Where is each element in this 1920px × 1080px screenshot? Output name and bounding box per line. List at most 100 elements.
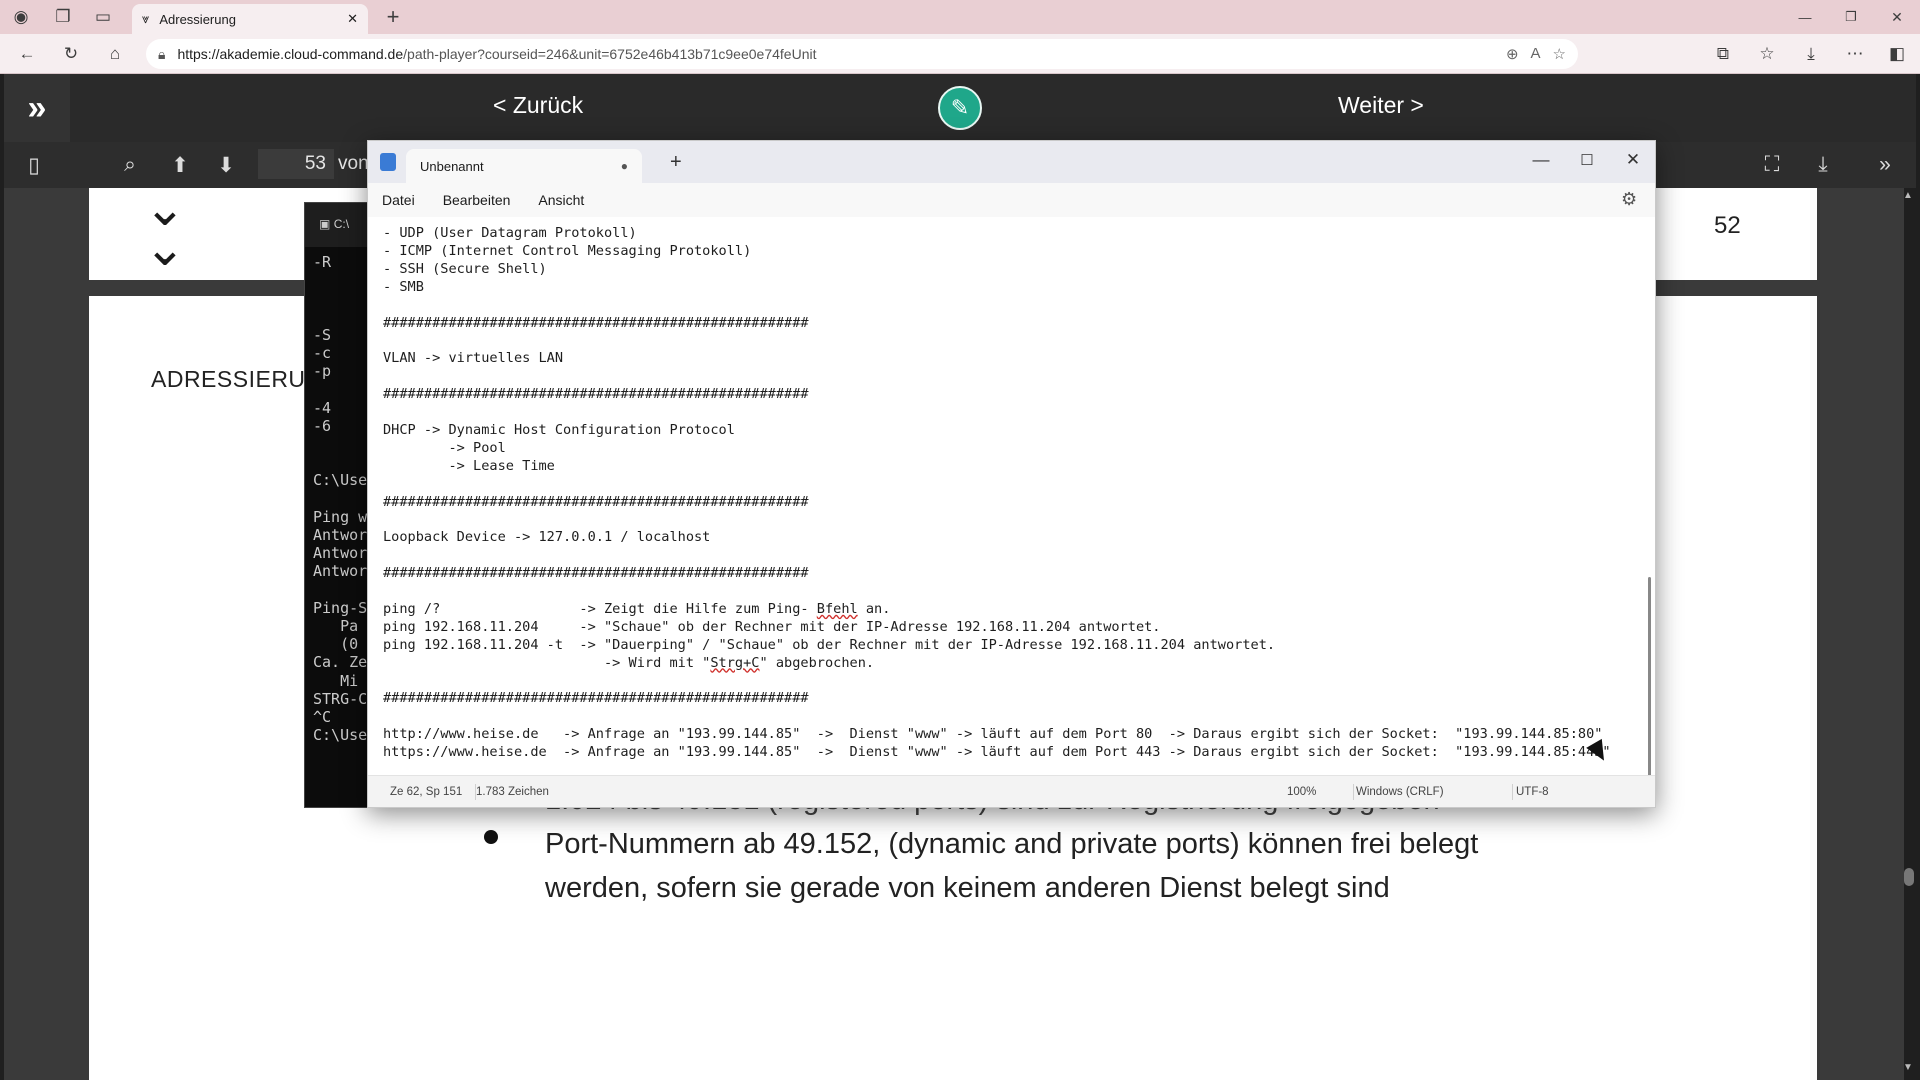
pdf-scrollbar-thumb[interactable] — [1904, 868, 1914, 886]
address-bar[interactable]: 🔒︎ https://akademie.cloud-command.de/pat… — [146, 39, 1578, 69]
notepad-maximize-button[interactable]: ☐ — [1564, 145, 1610, 175]
notepad-app-icon — [380, 153, 396, 171]
lock-icon[interactable]: 🔒︎ — [158, 46, 165, 63]
notepad-text-line: DHCP -> Dynamic Host Configuration Proto… — [383, 421, 735, 438]
cloud-command-logo-icon: ⌄ ⌄ — [144, 180, 186, 276]
settings-gear-icon[interactable]: ⚙ — [1621, 189, 1637, 210]
window-minimize-button[interactable]: — — [1790, 2, 1820, 32]
home-icon[interactable]: ⌂ — [100, 39, 130, 69]
pdf-download-icon[interactable]: ⤓ — [1806, 148, 1840, 182]
pdf-section-title: ADRESSIERUN — [151, 366, 323, 392]
command-prompt-line: Mi — [313, 671, 359, 690]
page-count-label: von — [338, 153, 369, 174]
downloads-icon[interactable]: ⤓ — [1796, 39, 1826, 69]
previous-page-icon[interactable]: ⬆ — [163, 148, 197, 182]
pdf-sidebar-toggle-icon[interactable]: ▯ — [17, 148, 51, 182]
notepad-minimize-button[interactable]: — — [1518, 145, 1564, 175]
previous-unit-button[interactable]: < Zurück — [493, 92, 583, 119]
pdf-search-icon[interactable]: ⌕ — [113, 148, 147, 182]
command-prompt-line: Ping-S — [313, 598, 368, 617]
add-favorite-icon[interactable]: ☆ — [1553, 45, 1566, 63]
pdf-bullet-text-continued: werden, sofern sie gerade von keinem and… — [545, 872, 1390, 904]
sidebar-panel-icon[interactable]: ◧ — [1882, 39, 1912, 69]
command-prompt-line: -p — [313, 362, 332, 381]
notepad-new-tab-button[interactable]: + — [670, 151, 682, 174]
command-prompt-line: Antwor — [313, 562, 368, 581]
presentation-mode-icon[interactable]: ⛶ — [1755, 148, 1789, 182]
extensions-icon[interactable]: ⧉ — [1708, 39, 1738, 69]
notepad-text-line: https://www.heise.de -> Anfrage an "193.… — [383, 744, 1611, 761]
notepad-text-line: ping 192.168.11.204 -t -> "Dauerping" / … — [383, 636, 1276, 653]
course-sidebar-toggle-button[interactable]: » — [4, 74, 70, 142]
browser-tab-title: Adressierung — [159, 11, 236, 27]
text-encoding[interactable]: UTF-8 — [1516, 786, 1549, 798]
pencil-icon: ✎ — [950, 95, 970, 120]
pdf-scroll-down-arrow-icon[interactable]: ▼ — [1903, 1062, 1913, 1073]
notepad-tab-title: Unbenannt — [420, 158, 484, 174]
command-prompt-line: -6 — [313, 416, 332, 435]
next-unit-button[interactable]: Weiter > — [1338, 92, 1424, 119]
zoom-level[interactable]: 100% — [1287, 786, 1316, 798]
command-prompt-line: STRG-C — [313, 689, 368, 708]
command-prompt-line: Pa — [313, 617, 359, 635]
notepad-scrollbar-thumb[interactable] — [1648, 577, 1651, 775]
command-prompt-line: C:\Use — [313, 471, 368, 490]
command-prompt-title: C:\ — [333, 217, 350, 231]
url-path: /path-player?courseid=246&unit=6752e46b4… — [403, 46, 817, 62]
tab-actions-icon[interactable]: ▭ — [88, 2, 118, 32]
command-prompt-line: -c — [313, 344, 332, 362]
character-count: 1.783 Zeichen — [476, 786, 549, 798]
command-prompt-titlebar: ▣ C:\ — [305, 203, 371, 247]
notepad-text-area[interactable]: - UDP (User Datagram Protokoll) - ICMP (I… — [368, 217, 1655, 775]
edit-notes-button[interactable]: ✎ — [938, 86, 982, 130]
workspaces-icon[interactable]: ❐ — [48, 2, 78, 32]
notepad-text-line: http://www.heise.de -> Anfrage an "193.9… — [383, 726, 1603, 743]
page-number-input[interactable] — [258, 149, 334, 179]
more-menu-icon[interactable]: ⋯ — [1840, 39, 1870, 69]
favorites-icon[interactable]: ☆ — [1752, 39, 1782, 69]
pdf-tools-menu-icon[interactable]: » — [1868, 148, 1902, 182]
pdf-page-footer-number: 52 — [1714, 212, 1741, 239]
zoom-icon[interactable]: ⊕ — [1506, 45, 1519, 63]
back-arrow-icon[interactable]: ← — [12, 39, 42, 69]
notepad-window[interactable]: Unbenannt ● + — ☐ ✕ Datei Bearbeiten Ans… — [367, 140, 1656, 808]
line-ending-format[interactable]: Windows (CRLF) — [1356, 786, 1444, 798]
command-prompt-line: -S — [313, 325, 332, 344]
notepad-text-line: ########################################… — [383, 314, 809, 331]
browser-tab-strip: ◉ ❐ ▭ ⩔ Adressierung ✕ + — ❐ ✕ — [0, 0, 1920, 34]
menu-ansicht[interactable]: Ansicht — [538, 192, 584, 208]
browser-tab-adressierung[interactable]: ⩔ Adressierung ✕ — [132, 4, 368, 34]
next-page-icon[interactable]: ⬇ — [209, 148, 243, 182]
notepad-text-line: - ICMP (Internet Control Messaging Proto… — [383, 242, 752, 259]
command-prompt-line: ^C — [313, 708, 332, 726]
reload-icon[interactable]: ↻ — [56, 39, 86, 69]
menu-datei[interactable]: Datei — [382, 192, 415, 208]
pdf-bullet-text: Port-Nummern ab 49.152, (dynamic and pri… — [545, 828, 1479, 860]
spellcheck-flagged-word[interactable]: Bfehl — [817, 601, 858, 617]
notepad-text-line: -> Pool — [383, 439, 506, 456]
command-prompt-line: C:\Use — [313, 726, 368, 745]
new-tab-button[interactable]: + — [378, 2, 408, 32]
read-aloud-icon[interactable]: A — [1531, 45, 1541, 63]
cursor-position: Ze 62, Sp 151 — [390, 786, 463, 798]
command-prompt-line: Antwor — [313, 526, 368, 544]
notepad-text-line: -> Wird mit "Strg+C" abgebrochen. — [383, 654, 875, 671]
profile-avatar-icon[interactable]: ◉ — [6, 2, 36, 32]
spellcheck-flagged-word[interactable]: Strg+C — [710, 655, 759, 671]
window-close-button[interactable]: ✕ — [1882, 2, 1912, 32]
notepad-close-button[interactable]: ✕ — [1610, 145, 1656, 175]
menu-bearbeiten[interactable]: Bearbeiten — [443, 192, 511, 208]
notepad-statusbar: Ze 62, Sp 151 1.783 Zeichen 100% Windows… — [368, 775, 1655, 807]
notepad-text-line: Loopback Device -> 127.0.0.1 / localhost — [383, 529, 711, 546]
close-tab-icon[interactable]: ✕ — [347, 11, 358, 27]
unsaved-changes-dot-icon[interactable]: ● — [621, 159, 628, 173]
command-prompt-line: Ping w — [313, 507, 368, 526]
notepad-text-line: ping /? -> Zeigt die Hilfe zum Ping- Bfe… — [383, 600, 891, 617]
notepad-text-line: - UDP (User Datagram Protokoll) — [383, 225, 637, 241]
window-restore-button[interactable]: ❐ — [1836, 2, 1866, 32]
command-prompt-line: Ca. Ze — [313, 653, 368, 672]
notepad-text-line: - SMB — [383, 278, 424, 295]
notepad-tab-unbenannt[interactable]: Unbenannt ● — [406, 149, 642, 183]
pdf-scroll-up-arrow-icon[interactable]: ▲ — [1903, 190, 1913, 201]
command-prompt-window[interactable]: ▣ C:\ -R -S -c -p -4 -6 C:\Use Ping w Antwor Antw… — [304, 202, 372, 808]
